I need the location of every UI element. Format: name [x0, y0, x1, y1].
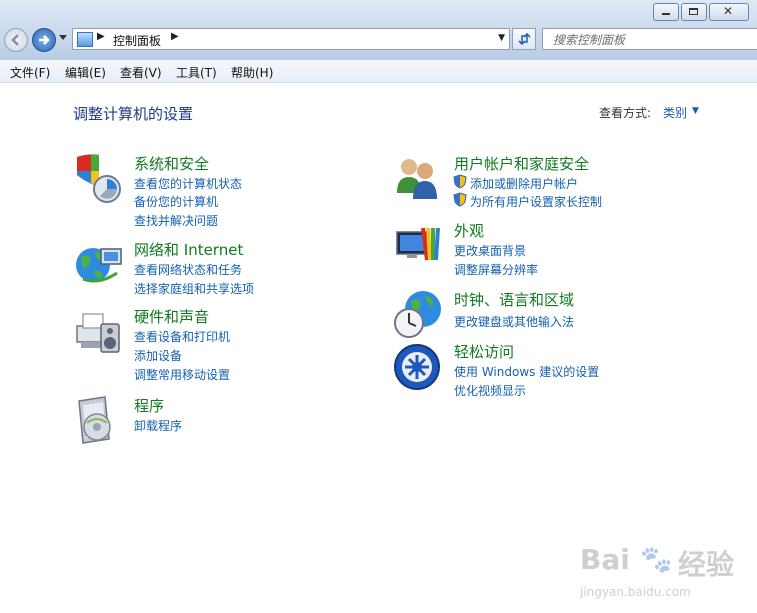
watermark-url: jingyan.baidu.com [580, 585, 691, 599]
view-by-chevron-icon[interactable]: ▼ [692, 106, 699, 116]
maximize-button[interactable] [681, 3, 707, 21]
menu-tools[interactable]: 工具(T) [176, 64, 217, 81]
recent-pages-dropdown-icon[interactable] [59, 35, 67, 41]
forward-arrow-icon [39, 35, 50, 45]
link-network-status[interactable]: 查看网络状态和任务 [134, 261, 242, 278]
link-mobility-settings[interactable]: 调整常用移动设置 [134, 366, 230, 383]
clock-region-title[interactable]: 时钟、语言和区域 [454, 289, 574, 310]
view-by-dropdown[interactable]: 类别 [663, 104, 687, 121]
link-optimize-visual-display[interactable]: 优化视频显示 [454, 382, 526, 399]
system-security-icon[interactable] [73, 153, 125, 205]
link-troubleshoot[interactable]: 查找并解决问题 [134, 212, 218, 229]
breadcrumb-control-panel[interactable]: 控制面板 [113, 32, 161, 49]
link-add-device[interactable]: 添加设备 [134, 347, 182, 364]
users-icon[interactable] [393, 153, 445, 205]
control-panel-icon [77, 32, 93, 47]
breadcrumb-arrow-icon[interactable]: ▶ [171, 31, 179, 42]
system-security-title[interactable]: 系统和安全 [134, 153, 209, 174]
address-dropdown-icon[interactable]: ▼ [498, 33, 505, 43]
breadcrumb-arrow-icon[interactable]: ▶ [97, 31, 105, 42]
appearance-title[interactable]: 外观 [454, 220, 484, 241]
link-parental-controls[interactable]: 为所有用户设置家长控制 [470, 193, 602, 210]
link-screen-resolution[interactable]: 调整屏幕分辨率 [454, 261, 538, 278]
refresh-button[interactable] [512, 28, 536, 50]
uac-shield-icon [453, 174, 467, 189]
minimize-icon [662, 13, 670, 15]
link-homegroup-sharing[interactable]: 选择家庭组和共享选项 [134, 280, 254, 297]
close-button[interactable]: ✕ [709, 3, 749, 21]
menu-help[interactable]: 帮助(H) [231, 64, 273, 81]
maximize-icon [689, 8, 698, 15]
user-accounts-title[interactable]: 用户帐户和家庭安全 [454, 153, 589, 174]
link-add-remove-user[interactable]: 添加或删除用户帐户 [470, 175, 578, 192]
refresh-icon [518, 32, 531, 46]
address-bar[interactable]: ▶ 控制面板 ▶ ▼ [72, 28, 510, 50]
network-globe-icon[interactable] [73, 239, 125, 291]
back-button[interactable] [4, 28, 28, 52]
link-uninstall-program[interactable]: 卸载程序 [134, 417, 182, 434]
menu-view[interactable]: 查看(V) [120, 64, 162, 81]
forward-button[interactable] [32, 28, 56, 52]
clock-globe-icon[interactable] [393, 289, 445, 341]
printer-speaker-icon[interactable] [73, 306, 125, 358]
view-by-label: 查看方式: [599, 106, 652, 120]
link-devices-printers[interactable]: 查看设备和打印机 [134, 328, 230, 345]
uac-shield-icon [453, 192, 467, 207]
appearance-monitor-icon[interactable] [393, 220, 445, 272]
search-box[interactable] [542, 28, 757, 50]
paw-icon: 🐾 [640, 545, 673, 575]
content-pane: 调整计算机的设置 查看方式: 类别 ▼ 系统和安全 查看您的计算机状态 备份您的… [0, 83, 757, 599]
window-controls: ✕ [651, 3, 749, 21]
watermark-logo: Bai [580, 543, 630, 576]
programs-box-icon[interactable] [73, 395, 125, 447]
link-view-computer-status[interactable]: 查看您的计算机状态 [134, 175, 242, 192]
link-change-wallpaper[interactable]: 更改桌面背景 [454, 242, 526, 259]
menu-edit[interactable]: 编辑(E) [65, 64, 106, 81]
window-titlebar: ✕ ▶ 控制面板 ▶ ▼ [0, 0, 757, 60]
programs-title[interactable]: 程序 [134, 395, 164, 416]
menu-bar: 文件(F) 编辑(E) 查看(V) 工具(T) 帮助(H) [0, 60, 757, 83]
close-icon: ✕ [723, 4, 734, 18]
ease-of-access-icon[interactable] [393, 341, 445, 393]
menu-file[interactable]: 文件(F) [10, 64, 50, 81]
back-arrow-icon [11, 34, 19, 46]
ease-access-title[interactable]: 轻松访问 [454, 341, 514, 362]
baidu-watermark: Bai 🐾 经验 jingyan.baidu.com [580, 543, 750, 613]
link-backup-computer[interactable]: 备份您的计算机 [134, 193, 218, 210]
hardware-sound-title[interactable]: 硬件和声音 [134, 306, 209, 327]
link-windows-recommended-settings[interactable]: 使用 Windows 建议的设置 [454, 363, 599, 380]
search-input[interactable] [551, 30, 755, 50]
minimize-button[interactable] [653, 3, 679, 21]
link-change-input-method[interactable]: 更改键盘或其他输入法 [454, 313, 574, 330]
page-title: 调整计算机的设置 [73, 105, 194, 123]
network-internet-title[interactable]: 网络和 Internet [134, 239, 243, 260]
watermark-logo2: 经验 [678, 548, 735, 581]
